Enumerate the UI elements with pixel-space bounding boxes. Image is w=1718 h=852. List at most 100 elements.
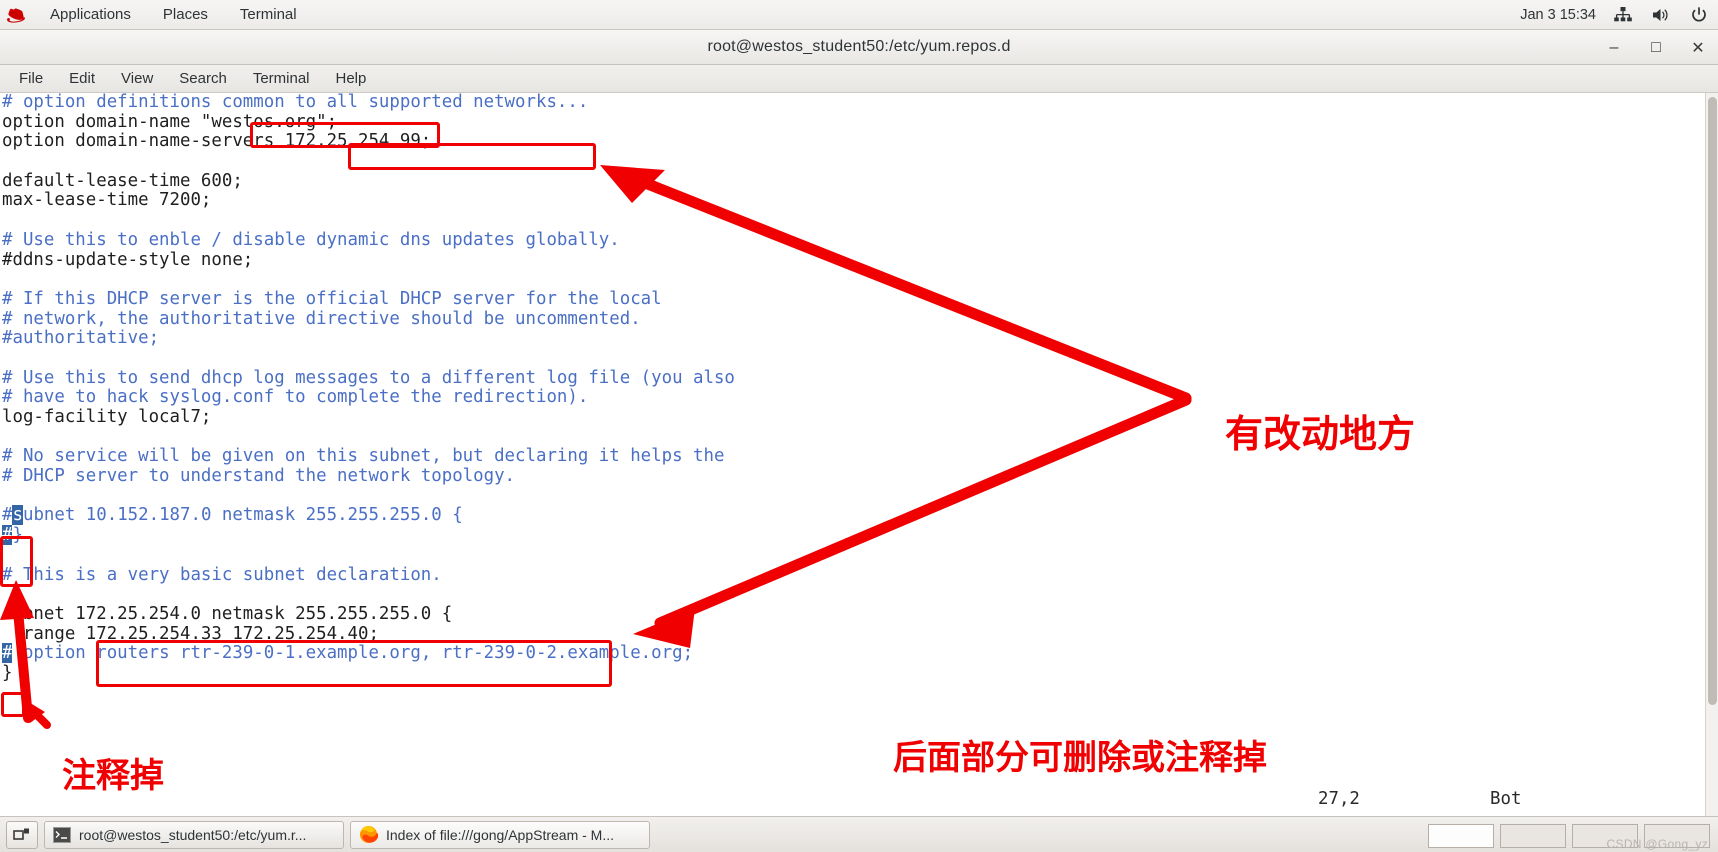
editor-text-span: # If this DHCP server is the official DH… [2, 288, 662, 309]
text-cursor: s [12, 505, 23, 526]
cursor-position: 27,2 [1318, 789, 1360, 809]
menu-edit[interactable]: Edit [56, 65, 108, 93]
editor-text-span: # have to hack syslog.conf to complete t… [2, 387, 589, 408]
gnome-top-panel: Applications Places Terminal Jan 3 15:34 [0, 0, 1718, 30]
editor-text[interactable]: # option definitions common to all suppo… [0, 93, 735, 684]
editor-line: #authoritative; [2, 328, 735, 349]
maximize-button[interactable]: □ [1646, 38, 1666, 58]
editor-text-span: # This is a very basic subnet declaratio… [2, 564, 442, 585]
editor-line: range 172.25.254.33 172.25.254.40; [2, 623, 735, 645]
editor-text-span: log-facility local7; [2, 407, 212, 427]
editor-line: log-facility local7; [2, 407, 735, 428]
scrollbar-thumb[interactable] [1708, 97, 1717, 705]
editor-text-span: # No service will be given on this subne… [2, 446, 725, 467]
editor-text-span: # network, the authoritative directive s… [2, 308, 641, 329]
terminal-scrollbar[interactable] [1705, 93, 1718, 816]
editor-text-span: default-lease-time 600; [2, 170, 243, 191]
editor-text-span: #ddns-update-style none; [2, 249, 254, 270]
editor-line: # Use this to enble / disable dynamic dn… [2, 229, 735, 251]
redhat-logo-icon [0, 0, 34, 30]
text-cursor: # [2, 643, 13, 664]
volume-icon[interactable] [1650, 4, 1672, 26]
editor-text-span: ubnet 10.152.187.0 netmask 255.255.255.0… [22, 505, 463, 526]
minimize-button[interactable]: – [1604, 38, 1624, 58]
workspace-1[interactable] [1428, 824, 1494, 848]
editor-text-span: option domain-name-servers 172.25.254.99… [2, 131, 432, 152]
editor-line: # Use this to send dhcp log messages to … [2, 367, 735, 389]
terminal-body[interactable]: # option definitions common to all suppo… [0, 93, 1718, 816]
editor-line: # DHCP server to understand the network … [2, 466, 735, 487]
taskbar-firefox-label: Index of file:///gong/AppStream - M... [386, 826, 614, 843]
top-panel-left: Applications Places Terminal [0, 0, 313, 30]
editor-line: } [2, 662, 735, 684]
editor-line: # have to hack syslog.conf to complete t… [2, 387, 735, 408]
top-panel-right: Jan 3 15:34 [1520, 0, 1710, 30]
editor-line: # If this DHCP server is the official DH… [2, 288, 735, 310]
window-title: root@westos_student50:/etc/yum.repos.d [707, 38, 1011, 55]
editor-line: #} [2, 525, 735, 546]
clock[interactable]: Jan 3 15:34 [1520, 7, 1596, 23]
taskbar-terminal-label: root@westos_student50:/etc/yum.r... [79, 826, 307, 843]
network-icon[interactable] [1612, 4, 1634, 26]
editor-text-span: # Use this to send dhcp log messages to … [2, 367, 735, 388]
power-icon[interactable] [1688, 4, 1710, 26]
editor-line: # No service will be given on this subne… [2, 447, 735, 467]
menu-search[interactable]: Search [166, 65, 240, 93]
terminal-icon [53, 826, 71, 843]
scroll-indicator: Bot [1490, 789, 1522, 809]
close-button[interactable]: ✕ [1688, 38, 1708, 58]
editor-line: max-lease-time 7200; [2, 191, 735, 211]
editor-text-span: max-lease-time 7200; [2, 190, 212, 211]
editor-text-span: range 172.25.254.33 172.25.254.40; [2, 623, 379, 644]
watermark: CSDN @Gong_yz [1606, 837, 1708, 851]
editor-line: option domain-name-servers 172.25.254.99… [2, 132, 735, 152]
editor-line: subnet 172.25.254.0 netmask 255.255.255.… [2, 603, 735, 625]
show-desktop-icon[interactable] [6, 820, 38, 849]
window-controls: – □ ✕ [1604, 30, 1708, 65]
text-cursor: # [2, 525, 13, 546]
editor-line: default-lease-time 600; [2, 170, 735, 192]
menu-terminal-win[interactable]: Terminal [240, 65, 323, 93]
firefox-icon [359, 825, 378, 844]
menu-view[interactable]: View [108, 65, 166, 93]
editor-text-span: # Use this to enble / disable dynamic dn… [2, 229, 620, 250]
editor-text-span: #authoritative; [2, 328, 160, 349]
vi-status-bar: 27,2 Bot [0, 786, 1718, 816]
editor-text-span: # [2, 505, 13, 526]
workspace-2[interactable] [1500, 824, 1566, 848]
editor-text-span: } [2, 662, 13, 683]
bottom-taskbar: root@westos_student50:/etc/yum.r... Inde… [0, 816, 1718, 852]
editor-text-span: option routers rtr-239-0-1.example.org, … [12, 643, 694, 664]
editor-text-span: subnet 172.25.254.0 netmask 255.255.255.… [2, 603, 453, 624]
editor-line: # This is a very basic subnet declaratio… [2, 564, 735, 586]
editor-line: # network, the authoritative directive s… [2, 308, 735, 330]
terminal-menu-bar: File Edit View Search Terminal Help [0, 65, 1718, 93]
editor-text-span: option domain-name "westos.org"; [2, 111, 338, 132]
terminal-window: root@westos_student50:/etc/yum.repos.d –… [0, 30, 1718, 816]
menu-applications[interactable]: Applications [34, 0, 147, 30]
menu-terminal[interactable]: Terminal [224, 0, 313, 30]
editor-line: option domain-name "westos.org"; [2, 111, 735, 133]
taskbar-terminal[interactable]: root@westos_student50:/etc/yum.r... [44, 820, 344, 849]
menu-places[interactable]: Places [147, 0, 224, 30]
editor-line: #ddns-update-style none; [2, 249, 735, 271]
taskbar-firefox[interactable]: Index of file:///gong/AppStream - M... [350, 820, 650, 849]
window-title-bar[interactable]: root@westos_student50:/etc/yum.repos.d –… [0, 30, 1718, 65]
editor-line: #subnet 10.152.187.0 netmask 255.255.255… [2, 505, 735, 526]
editor-line: # option definitions common to all suppo… [2, 93, 735, 113]
editor-text-span: # DHCP server to understand the network … [2, 466, 516, 487]
screen-root: Applications Places Terminal Jan 3 15:34 [0, 0, 1718, 852]
menu-file[interactable]: File [6, 65, 56, 93]
editor-text-span: # option definitions common to all suppo… [2, 93, 589, 112]
editor-text-span: } [12, 525, 23, 546]
editor-line: # option routers rtr-239-0-1.example.org… [2, 643, 735, 664]
menu-help[interactable]: Help [323, 65, 380, 93]
